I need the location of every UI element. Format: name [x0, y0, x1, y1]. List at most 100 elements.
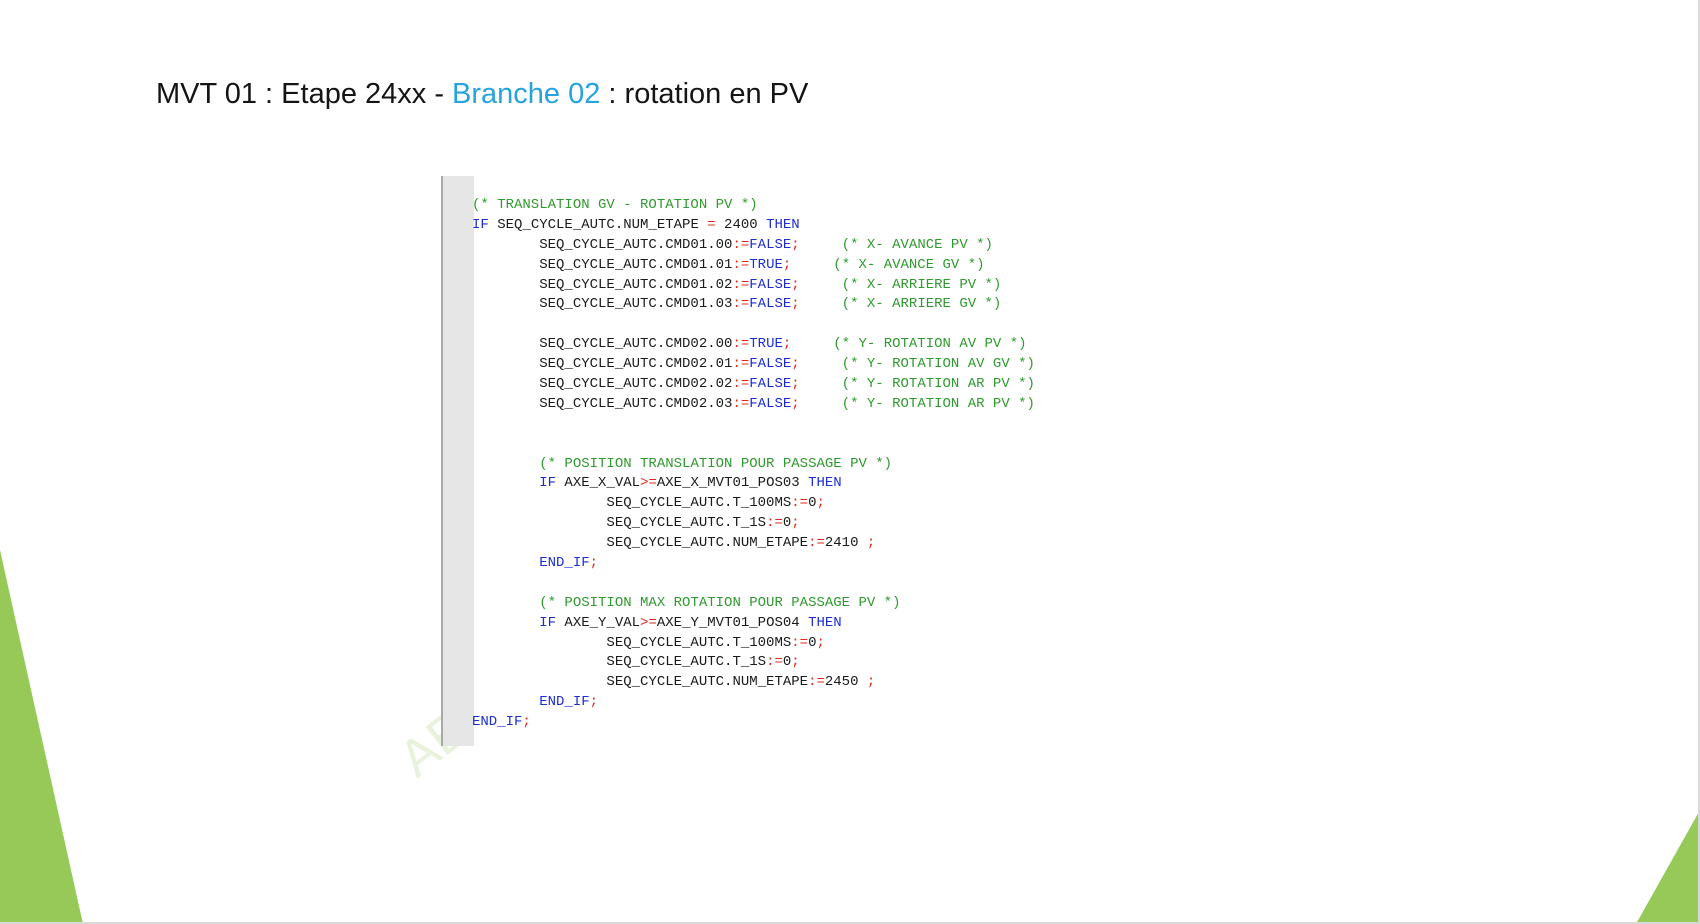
code-token: AXE_X_VAL	[556, 475, 641, 492]
code-line: IF SEQ_CYCLE_AUTC.NUM_ETAPE = 2400 THEN	[472, 216, 1035, 236]
code-line: SEQ_CYCLE_AUTC.CMD01.03:=FALSE; (* X- AR…	[472, 295, 1035, 315]
green-left-shape	[0, 550, 83, 924]
title-prefix: MVT 01 : Etape 24xx -	[156, 78, 453, 110]
code-token: IF	[539, 614, 557, 631]
code-token: ;	[791, 356, 800, 373]
code-token: ;	[791, 236, 800, 253]
code-token: (* X- ARRIERE GV *)	[841, 296, 1002, 313]
code-line: END_IF;	[472, 713, 1035, 733]
code-token: ;	[791, 395, 800, 412]
code-token: :=	[808, 674, 825, 691]
code-token: AXE_Y_MVT01_POS04	[656, 614, 809, 631]
code-token: TRUE	[749, 256, 783, 273]
code-token: FALSE	[749, 296, 792, 313]
code-token: SEQ_CYCLE_AUTC.CMD01.03	[472, 296, 733, 313]
code-token: ;	[791, 515, 800, 532]
code-token: AXE_X_MVT01_POS03	[656, 475, 809, 492]
code-token: 2450	[824, 674, 867, 691]
code-token: END_IF	[539, 694, 590, 711]
code-line: SEQ_CYCLE_AUTC.T_1S:=0;	[472, 514, 1035, 534]
code-token: IF	[472, 216, 489, 233]
code-token: :=	[766, 515, 783, 532]
code-token: ;	[816, 495, 825, 512]
code-token: :=	[732, 296, 750, 313]
code-token: ;	[791, 276, 800, 293]
code-token: TRUE	[749, 336, 783, 353]
code-token: 2410	[824, 535, 867, 552]
code-token: :=	[732, 395, 750, 412]
code-token: :=	[732, 236, 750, 253]
code-token: ;	[589, 694, 599, 711]
code-token: IF	[539, 475, 557, 492]
code-token: AXE_Y_VAL	[556, 614, 641, 631]
code-token: :=	[791, 495, 809, 512]
code-token: >=	[640, 475, 657, 492]
code-token: (* Y- ROTATION AR PV *)	[841, 376, 1035, 393]
code-token: FALSE	[749, 356, 792, 373]
code-token: 2400	[715, 216, 767, 233]
code-token: ;	[589, 555, 599, 572]
code-line: SEQ_CYCLE_AUTC.T_100MS:=0;	[472, 494, 1035, 514]
code-token: SEQ_CYCLE_AUTC.CMD01.01	[472, 256, 733, 273]
code-line: IF AXE_X_VAL>=AXE_X_MVT01_POS03 THEN	[472, 474, 1035, 494]
code-token: (* TRANSLATION GV - ROTATION PV *)	[472, 197, 758, 213]
code-line: (* POSITION TRANSLATION POUR PASSAGE PV …	[472, 455, 1035, 475]
code-line: SEQ_CYCLE_AUTC.CMD01.02:=FALSE; (* X- AR…	[472, 276, 1035, 296]
code-line: SEQ_CYCLE_AUTC.NUM_ETAPE:=2410 ;	[472, 534, 1035, 554]
code-token: FALSE	[749, 236, 792, 253]
code-token: =	[707, 216, 716, 233]
code-line: (* TRANSLATION GV - ROTATION PV *)	[472, 196, 1035, 216]
code-token: (* Y- ROTATION AV PV *)	[833, 336, 1027, 353]
code-token: ;	[866, 674, 876, 691]
code-line: IF AXE_Y_VAL>=AXE_Y_MVT01_POS04 THEN	[472, 614, 1035, 634]
code-token: (* X- AVANCE PV *)	[841, 236, 993, 253]
code-token: ;	[522, 714, 531, 731]
code-line: END_IF;	[472, 693, 1035, 713]
code-token: :=	[732, 336, 750, 353]
code-token: SEQ_CYCLE_AUTC.NUM_ETAPE	[488, 216, 708, 233]
code-token: :=	[732, 376, 750, 393]
code-token: :=	[791, 634, 809, 651]
code-line: SEQ_CYCLE_AUTC.CMD02.00:=TRUE; (* Y- ROT…	[472, 335, 1035, 355]
code-token: SEQ_CYCLE_AUTC.T_1S	[472, 515, 767, 532]
code-token: :=	[732, 356, 750, 373]
code-token: (* X- ARRIERE PV *)	[841, 276, 1002, 293]
code-line: END_IF;	[472, 554, 1035, 574]
code-token: FALSE	[749, 376, 792, 393]
code-token: (* X- AVANCE GV *)	[833, 256, 985, 273]
code-token: THEN	[766, 216, 800, 233]
code-line: SEQ_CYCLE_AUTC.NUM_ETAPE:=2450 ;	[472, 673, 1035, 693]
code-token: >=	[640, 614, 657, 631]
code-line: SEQ_CYCLE_AUTC.CMD02.01:=FALSE; (* Y- RO…	[472, 355, 1035, 375]
code-token: FALSE	[749, 276, 792, 293]
code-gutter	[441, 176, 474, 746]
code-line: SEQ_CYCLE_AUTC.CMD02.02:=FALSE; (* Y- RO…	[472, 375, 1035, 395]
code-token: SEQ_CYCLE_AUTC.NUM_ETAPE	[472, 535, 809, 552]
code-token: END_IF	[472, 714, 523, 731]
code-token: SEQ_CYCLE_AUTC.NUM_ETAPE	[472, 674, 809, 691]
code-token: FALSE	[749, 395, 792, 412]
code-line: (* POSITION MAX ROTATION POUR PASSAGE PV…	[472, 594, 1035, 614]
code-token: (* Y- ROTATION AR PV *)	[841, 395, 1035, 412]
code-line: SEQ_CYCLE_AUTC.T_1S:=0;	[472, 653, 1035, 673]
code-token: THEN	[808, 475, 842, 492]
code-token: :=	[808, 535, 825, 552]
code-line: SEQ_CYCLE_AUTC.CMD01.01:=TRUE; (* X- AVA…	[472, 256, 1035, 276]
slide-title: MVT 01 : Etape 24xx - Branche 02 : rotat…	[156, 78, 808, 111]
